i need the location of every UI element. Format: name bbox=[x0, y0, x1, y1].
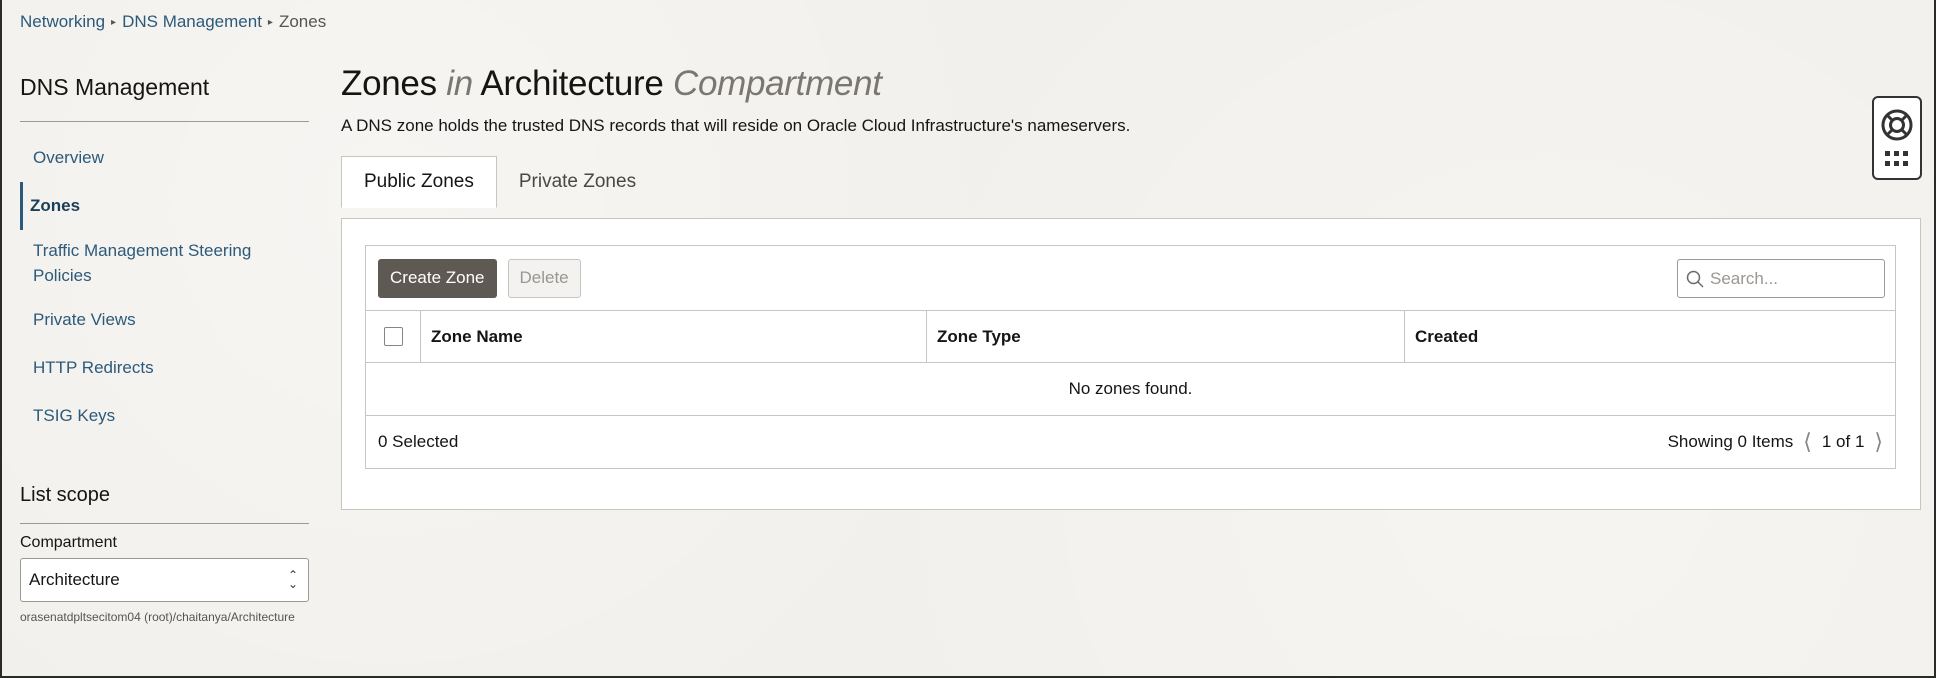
select-arrows-icon: ⌃ ⌄ bbox=[287, 568, 298, 591]
sidebar-item-overview[interactable]: Overview bbox=[20, 134, 309, 182]
sidebar: DNS Management Overview Zones Traffic Ma… bbox=[20, 74, 309, 440]
sidebar-title: DNS Management bbox=[20, 74, 309, 122]
page-title-compartment-name: Architecture bbox=[480, 64, 664, 103]
page-title-resource: Zones bbox=[341, 64, 437, 103]
showing-count: Showing 0 Items bbox=[1667, 432, 1794, 451]
list-scope-title: List scope bbox=[20, 484, 309, 524]
chevron-left-icon[interactable]: ⟨ bbox=[1803, 429, 1812, 455]
sidebar-item-tsig-keys[interactable]: TSIG Keys bbox=[20, 392, 309, 440]
empty-message: No zones found. bbox=[366, 363, 1895, 416]
sidebar-item-traffic-management[interactable]: Traffic Management Steering Policies bbox=[20, 230, 309, 296]
pagination: Showing 0 Items ⟨ 1 of 1 ⟩ bbox=[1668, 429, 1883, 455]
search-box[interactable] bbox=[1677, 259, 1885, 298]
sidebar-nav: Overview Zones Traffic Management Steeri… bbox=[20, 134, 309, 440]
compartment-path: orasenatdpltsecitom04 (root)/chaitanya/A… bbox=[20, 610, 295, 624]
tab-panel: Create Zone Delete Zone Name Zone Type C… bbox=[341, 218, 1921, 510]
create-zone-button[interactable]: Create Zone bbox=[378, 258, 497, 298]
main-content: Zones in Architecture Compartment A DNS … bbox=[341, 64, 1921, 510]
compartment-select-value: Architecture bbox=[29, 570, 120, 589]
column-header-created[interactable]: Created bbox=[1404, 311, 1895, 362]
breadcrumb-networking[interactable]: Networking bbox=[20, 12, 105, 32]
tab-private-zones[interactable]: Private Zones bbox=[497, 156, 658, 207]
search-input[interactable] bbox=[1710, 268, 1870, 289]
breadcrumb-dns-management[interactable]: DNS Management bbox=[122, 12, 262, 32]
selected-count: 0 Selected bbox=[378, 432, 459, 451]
tab-public-zones[interactable]: Public Zones bbox=[341, 156, 497, 208]
column-header-zone-name[interactable]: Zone Name bbox=[420, 311, 926, 362]
breadcrumb-separator-icon: ▸ bbox=[267, 16, 273, 28]
breadcrumb: Networking ▸ DNS Management ▸ Zones bbox=[20, 12, 326, 32]
zone-tabs: Public Zones Private Zones bbox=[341, 156, 1921, 208]
search-icon bbox=[1686, 270, 1704, 288]
zones-table: Create Zone Delete Zone Name Zone Type C… bbox=[365, 245, 1896, 469]
page-description: A DNS zone holds the trusted DNS records… bbox=[341, 116, 1131, 135]
list-scope: List scope Compartment Architecture ⌃ ⌄ o… bbox=[20, 484, 309, 624]
lifebuoy-icon[interactable] bbox=[1880, 108, 1914, 142]
sidebar-item-zones[interactable]: Zones bbox=[20, 182, 309, 230]
table-footer: 0 Selected Showing 0 Items ⟨ 1 of 1 ⟩ bbox=[366, 416, 1895, 468]
sidebar-item-http-redirects[interactable]: HTTP Redirects bbox=[20, 344, 309, 392]
table-header: Zone Name Zone Type Created bbox=[366, 310, 1895, 363]
table-toolbar: Create Zone Delete bbox=[366, 246, 1895, 310]
select-all-cell bbox=[366, 311, 420, 362]
page-indicator: 1 of 1 bbox=[1821, 432, 1865, 451]
page-title-compartment-word: Compartment bbox=[672, 64, 882, 103]
chevron-right-icon[interactable]: ⟩ bbox=[1874, 429, 1883, 455]
breadcrumb-current: Zones bbox=[278, 12, 327, 31]
column-header-zone-type[interactable]: Zone Type bbox=[926, 311, 1404, 362]
sidebar-item-private-views[interactable]: Private Views bbox=[20, 296, 309, 344]
delete-button: Delete bbox=[507, 258, 581, 298]
compartment-select[interactable]: Architecture ⌃ ⌄ bbox=[20, 558, 309, 602]
select-all-checkbox[interactable] bbox=[383, 327, 403, 346]
compartment-label: Compartment bbox=[20, 534, 117, 551]
breadcrumb-separator-icon: ▸ bbox=[111, 16, 117, 28]
page-title-in: in bbox=[446, 64, 473, 103]
page-title: Zones in Architecture Compartment bbox=[341, 64, 1921, 104]
